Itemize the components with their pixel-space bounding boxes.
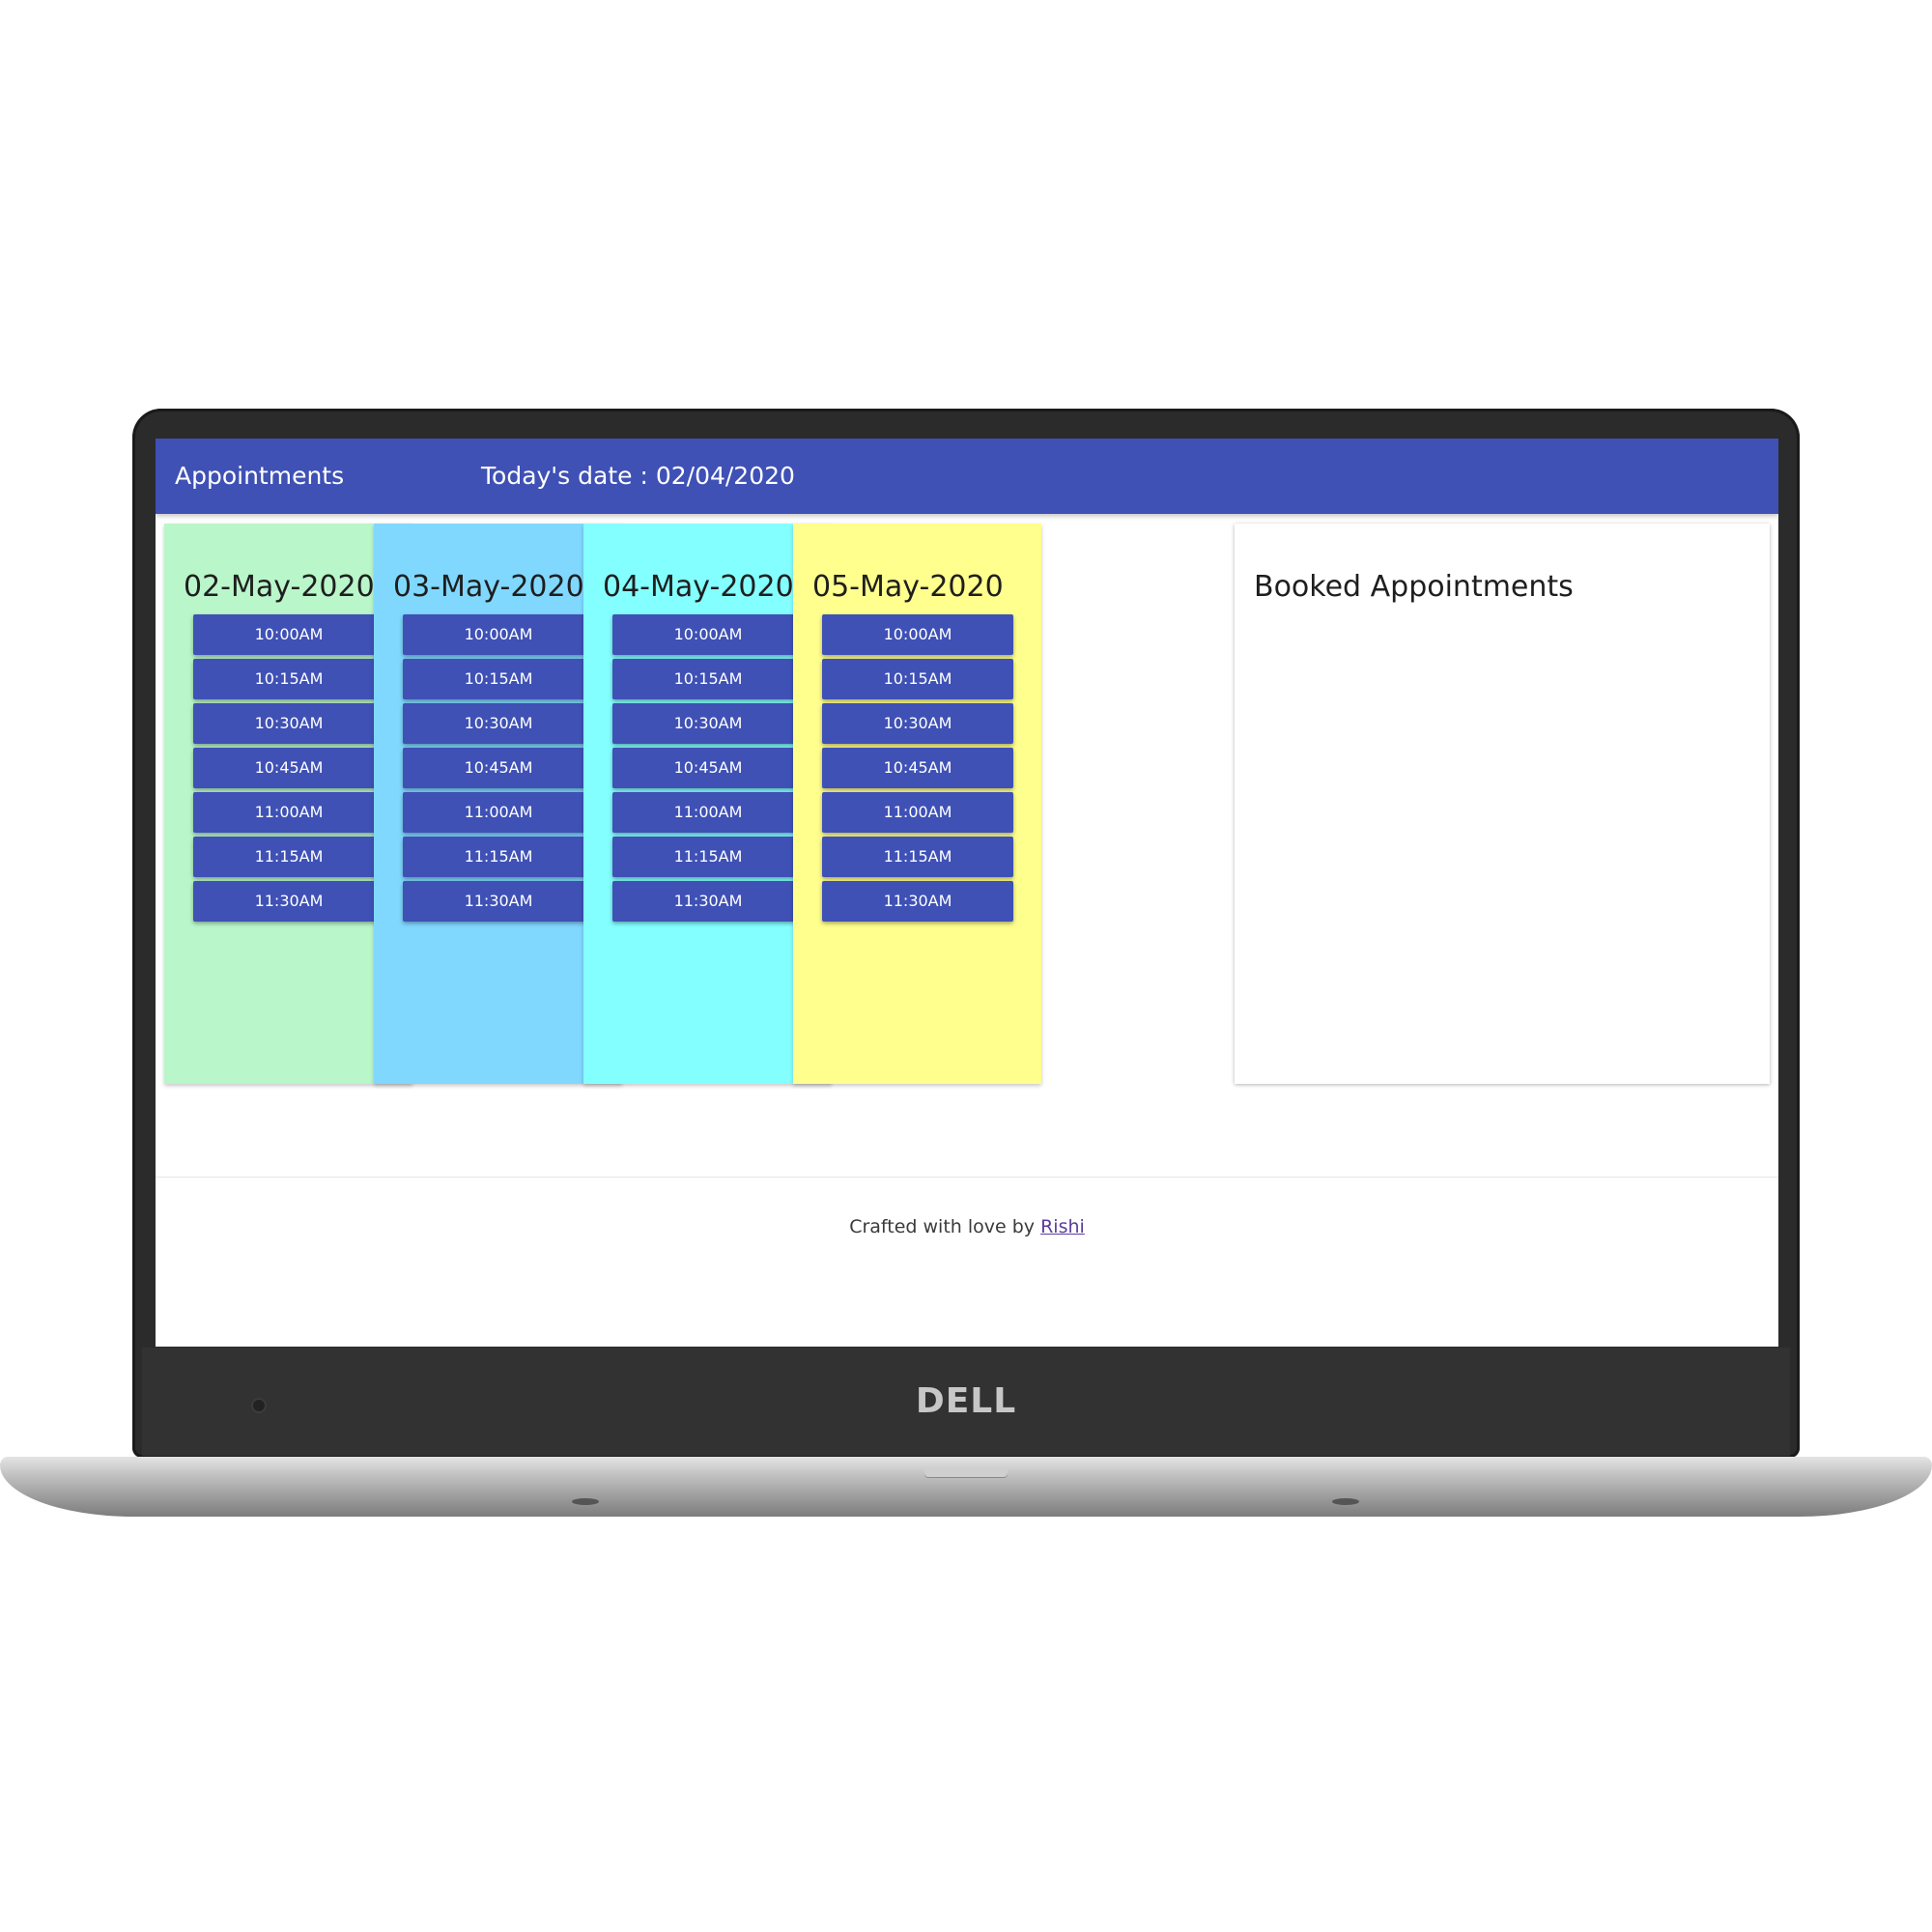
- time-slot-button[interactable]: 10:00AM: [822, 614, 1013, 655]
- day-date-title: 02-May-2020: [184, 570, 375, 604]
- laptop-foot: [1332, 1498, 1359, 1505]
- time-slot-button[interactable]: 11:30AM: [193, 881, 384, 922]
- time-slot-button[interactable]: 10:45AM: [193, 748, 384, 788]
- time-slot-button[interactable]: 11:00AM: [612, 792, 804, 833]
- time-slot-button[interactable]: 10:30AM: [403, 703, 594, 744]
- time-slot-button[interactable]: 10:45AM: [822, 748, 1013, 788]
- time-slot-button[interactable]: 10:45AM: [612, 748, 804, 788]
- author-link[interactable]: Rishi: [1040, 1216, 1085, 1237]
- time-slot-button[interactable]: 10:30AM: [612, 703, 804, 744]
- time-slot-button[interactable]: 10:30AM: [822, 703, 1013, 744]
- laptop-notch: [924, 1467, 1008, 1477]
- time-slot-button[interactable]: 11:15AM: [403, 837, 594, 877]
- time-slot-button[interactable]: 11:30AM: [822, 881, 1013, 922]
- laptop-foot: [572, 1498, 599, 1505]
- footer: Crafted with love by Rishi: [156, 1216, 1778, 1237]
- time-slot-button[interactable]: 10:00AM: [193, 614, 384, 655]
- day-date-title: 03-May-2020: [393, 570, 584, 604]
- time-slot-button[interactable]: 10:00AM: [403, 614, 594, 655]
- app-title[interactable]: Appointments: [175, 462, 344, 490]
- today-date: Today's date : 02/04/2020: [481, 462, 795, 490]
- time-slot-button[interactable]: 11:00AM: [403, 792, 594, 833]
- time-slot-button[interactable]: 11:15AM: [822, 837, 1013, 877]
- navbar: Appointments Today's date : 02/04/2020: [156, 439, 1778, 514]
- time-slot-button[interactable]: 11:30AM: [612, 881, 804, 922]
- time-slot-button[interactable]: 10:30AM: [193, 703, 384, 744]
- webcam-icon: [251, 1398, 267, 1413]
- time-slot-button[interactable]: 11:00AM: [193, 792, 384, 833]
- time-slot-button[interactable]: 11:00AM: [822, 792, 1013, 833]
- time-slot-button[interactable]: 10:15AM: [822, 659, 1013, 699]
- time-slot-button[interactable]: 10:15AM: [612, 659, 804, 699]
- day-date-title: 05-May-2020: [812, 570, 1004, 604]
- screen: Appointments Today's date : 02/04/2020 0…: [156, 439, 1778, 1347]
- time-slot-button[interactable]: 10:15AM: [193, 659, 384, 699]
- time-slot-button[interactable]: 11:15AM: [612, 837, 804, 877]
- footer-divider: [156, 1177, 1778, 1178]
- footer-text: Crafted with love by: [849, 1216, 1041, 1237]
- time-slot-button[interactable]: 10:45AM: [403, 748, 594, 788]
- day-card: 05-May-2020 10:00AM 10:15AM 10:30AM 10:45AM 1…: [793, 524, 1041, 1084]
- time-slot-button[interactable]: 10:15AM: [403, 659, 594, 699]
- time-slot-button[interactable]: 10:00AM: [612, 614, 804, 655]
- day-date-title: 04-May-2020: [603, 570, 794, 604]
- time-slot-button[interactable]: 11:30AM: [403, 881, 594, 922]
- booked-appointments-title: Booked Appointments: [1254, 570, 1574, 604]
- laptop-base: [0, 1457, 1932, 1517]
- brand-logo: DELL: [915, 1381, 1017, 1421]
- time-slot-button[interactable]: 11:15AM: [193, 837, 384, 877]
- booked-appointments-card: Booked Appointments: [1235, 524, 1770, 1084]
